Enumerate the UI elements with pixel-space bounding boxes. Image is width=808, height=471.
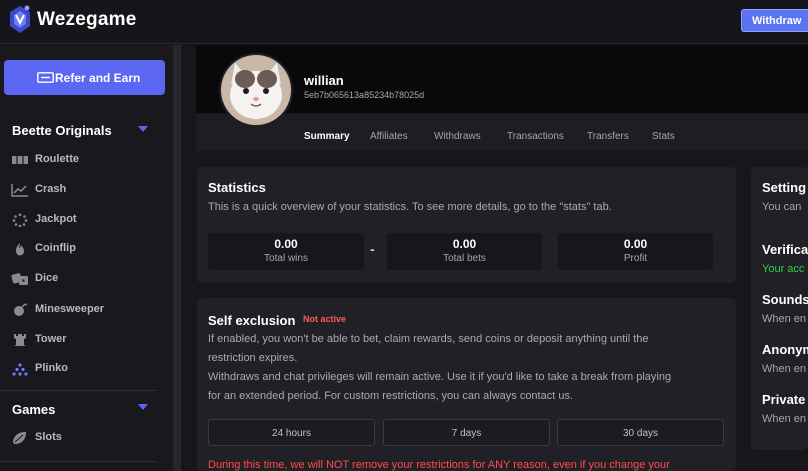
sidebar-item-label: Roulette xyxy=(35,153,79,165)
self-exclusion-text-4: for an extended period. For custom restr… xyxy=(208,390,574,402)
brand-name[interactable]: Wezegame xyxy=(37,9,136,31)
sidebar-item-minesweeper[interactable]: Minesweeper xyxy=(0,297,170,323)
sidebar-item-crash[interactable]: Crash xyxy=(0,177,170,203)
sidebar-item-label: Plinko xyxy=(35,362,69,374)
stat-label: Total wins xyxy=(264,253,308,264)
dice-icon xyxy=(11,273,28,285)
setting-private-desc: When en xyxy=(762,413,807,425)
avatar[interactable] xyxy=(219,53,293,127)
duration-24-hours-button[interactable]: 24 hours xyxy=(208,419,375,446)
tower-icon xyxy=(14,334,26,346)
settings-title: Setting xyxy=(762,180,807,195)
chevron-down-icon[interactable] xyxy=(138,126,148,132)
sidebar-item-plinko[interactable]: Plinko xyxy=(0,356,170,382)
stat-value: 0.00 xyxy=(452,237,477,251)
top-bar: Wezegame Withdraw xyxy=(0,0,808,44)
ticket-icon xyxy=(37,72,54,83)
stat-label: Profit xyxy=(623,253,648,264)
sidebar-item-dice[interactable]: Dice xyxy=(0,266,170,292)
settings-subtitle: You can xyxy=(762,201,802,213)
user-id: 5eb7b065613a85234b78025d xyxy=(304,90,425,100)
statistics-description: This is a quick overview of your statist… xyxy=(208,201,612,213)
stat-separator: - xyxy=(370,241,375,257)
chevron-down-icon[interactable] xyxy=(138,404,148,410)
sidebar-item-label: Jackpot xyxy=(35,213,77,225)
self-exclusion-warning: During this time, we will NOT remove you… xyxy=(208,459,670,471)
stat-total-bets: 0.00 Total bets xyxy=(387,233,542,270)
plinko-icon xyxy=(12,363,28,376)
sidebar-scroll-track[interactable] xyxy=(173,45,181,471)
setting-sounds-desc: When en xyxy=(762,313,807,325)
tab-affiliates[interactable]: Affiliates xyxy=(370,131,408,142)
setting-anonymous-title[interactable]: Anonym xyxy=(762,342,808,357)
coinflip-icon xyxy=(16,243,24,256)
setting-sounds-title[interactable]: Sounds xyxy=(762,292,808,307)
setting-verification-status: Your acc xyxy=(762,263,805,275)
sidebar: Refer and Earn Beette Originals Roulette… xyxy=(0,45,173,471)
tab-summary[interactable]: Summary xyxy=(304,131,350,142)
self-exclusion-text-3: Withdraws and chat privileges will remai… xyxy=(208,371,672,383)
sidebar-item-tower[interactable]: Tower xyxy=(0,327,170,353)
self-exclusion-text-2: restriction expires. xyxy=(208,352,298,364)
sidebar-item-roulette[interactable]: Roulette xyxy=(0,147,170,173)
crash-chart-icon xyxy=(11,184,28,197)
username: willian xyxy=(304,73,344,88)
sidebar-item-slots[interactable]: Slots xyxy=(0,425,170,451)
sidebar-item-coinflip[interactable]: Coinflip xyxy=(0,236,170,262)
setting-private-title[interactable]: Private xyxy=(762,392,805,407)
stat-value: 0.00 xyxy=(623,237,648,251)
stat-value: 0.00 xyxy=(274,237,298,251)
section-divider xyxy=(0,390,157,391)
self-exclusion-title: Self exclusion xyxy=(208,313,296,328)
duration-30-days-button[interactable]: 30 days xyxy=(557,419,724,446)
refer-and-earn-label: Refer and Earn xyxy=(55,71,141,85)
cat-avatar-icon xyxy=(221,55,291,125)
jackpot-icon xyxy=(12,213,28,227)
tab-transactions[interactable]: Transactions xyxy=(507,131,564,142)
status-badge: Not active xyxy=(303,314,347,324)
tab-transfers[interactable]: Transfers xyxy=(587,131,629,142)
brand-logo-icon[interactable] xyxy=(6,3,34,37)
sidebar-item-label: Crash xyxy=(35,183,67,195)
originals-section-title[interactable]: Beette Originals xyxy=(12,123,112,138)
sidebar-item-label: Dice xyxy=(35,272,59,284)
sidebar-item-label: Coinflip xyxy=(35,242,76,254)
stat-total-wins: 0.00 Total wins xyxy=(208,233,364,270)
setting-anonymous-desc: When en xyxy=(762,363,807,375)
self-exclusion-text-1: If enabled, you won't be able to bet, cl… xyxy=(208,333,649,345)
refer-and-earn-button[interactable]: Refer and Earn xyxy=(4,60,165,95)
slots-icon xyxy=(13,432,26,444)
roulette-icon xyxy=(12,156,28,164)
duration-7-days-button[interactable]: 7 days xyxy=(383,419,550,446)
tab-stats[interactable]: Stats xyxy=(652,131,675,142)
withdraw-button[interactable]: Withdraw xyxy=(741,9,808,32)
stat-label: Total bets xyxy=(443,253,486,264)
setting-verification-title: Verifica xyxy=(762,242,808,257)
tab-withdraws[interactable]: Withdraws xyxy=(434,131,481,142)
sidebar-item-label: Minesweeper xyxy=(35,303,105,315)
sidebar-item-label: Tower xyxy=(35,333,67,345)
sidebar-item-label: Slots xyxy=(35,431,62,443)
games-section-title[interactable]: Games xyxy=(12,402,55,417)
mine-icon xyxy=(14,303,27,316)
sidebar-item-jackpot[interactable]: Jackpot xyxy=(0,207,170,233)
stat-profit: 0.00 Profit xyxy=(558,233,713,270)
profile-tabs-bar xyxy=(196,114,808,151)
section-divider xyxy=(0,461,157,462)
statistics-title: Statistics xyxy=(208,180,266,195)
